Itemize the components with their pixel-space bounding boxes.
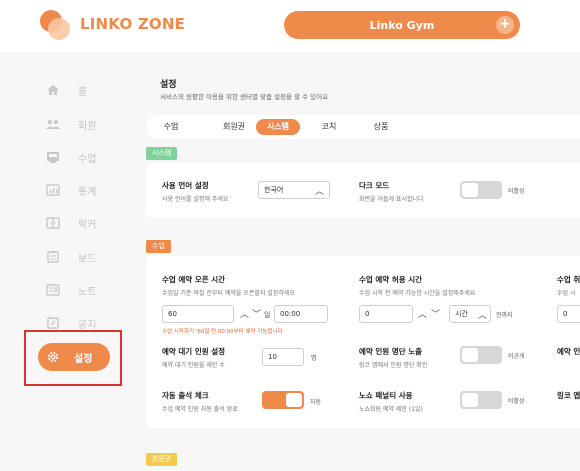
- sidebar-item-label: 노트: [78, 286, 97, 298]
- stats-icon: [46, 184, 60, 196]
- allow-time-suffix: 전까지: [496, 312, 513, 319]
- chevron-up-icon: ︿: [314, 187, 324, 197]
- dark-mode-label: 다크 모드: [359, 181, 390, 190]
- tab-coach[interactable]: 코치: [316, 119, 342, 135]
- decrease-allow-button[interactable]: ﹀: [431, 307, 440, 320]
- language-label: 사용 언어 설정: [162, 181, 209, 190]
- sidebar-item-label: 회원: [78, 120, 97, 132]
- sidebar-item-label: 수업: [78, 153, 97, 165]
- sidebar-item-label: 공지: [78, 319, 97, 331]
- allow-time-desc: 수업 시작 전 예약 가능한 시간을 설정해주세요: [359, 290, 476, 297]
- class-icon: [46, 151, 60, 163]
- decrease-days-button[interactable]: ﹀: [252, 307, 261, 320]
- notice-icon: [46, 317, 60, 329]
- open-days-unit: 일: [264, 311, 271, 319]
- open-time-hint: 수업 시작하기 '60일'전 00:00부터 예약 가능합니다: [162, 329, 283, 335]
- page-description: 서비스의 원활한 이용을 위한 센터별 맞춤 설정을 할 수 있어요: [160, 93, 329, 101]
- waitlist-desc: 예약 대기 인원을 제한 수: [162, 362, 225, 369]
- sidebar-item-label: 보드: [78, 253, 97, 265]
- cancel-time-input[interactable]: 0: [557, 305, 580, 323]
- tab-system[interactable]: 시스템: [256, 119, 300, 135]
- tab-product[interactable]: 상품: [368, 119, 394, 135]
- noshow-penalty-desc: 노쇼회원 예약 제한 (1일): [359, 406, 423, 413]
- sidebar-item-members[interactable]: 회원: [46, 115, 126, 133]
- board-icon: [46, 251, 60, 263]
- sidebar-item-label: 락커: [78, 219, 97, 231]
- section-tag-class: 수업: [146, 240, 171, 253]
- section-tag-membership: 회원권: [146, 453, 178, 466]
- allow-time-label: 수업 예약 허용 시간: [359, 275, 423, 284]
- sidebar-item-home[interactable]: 홈: [46, 81, 126, 99]
- dark-mode-desc: 화면을 어둡게 표시합니다: [359, 196, 424, 203]
- noshow-penalty-label: 노쇼 패널티 사용: [359, 391, 413, 400]
- waitlist-label: 예약 대기 인원 설정: [162, 347, 226, 356]
- increase-allow-button[interactable]: ︿: [418, 307, 427, 320]
- cancel-time-desc: 수업 시: [557, 290, 576, 297]
- tab-class[interactable]: 수업: [158, 119, 184, 135]
- language-desc: 사용 언어를 설정해 주세요: [162, 196, 229, 203]
- sidebar-item-label: 통계: [78, 186, 97, 198]
- auto-attend-state: 자동: [310, 399, 322, 406]
- top-header: LINKO ZONE Linko Gym +: [0, 0, 580, 52]
- reserve-count-label: 예약 인: [557, 347, 580, 356]
- language-select[interactable]: 한국어 ︿: [258, 181, 330, 199]
- expose-list-toggle[interactable]: [460, 346, 502, 364]
- expose-list-desc: 링코 앱에서 인원 명단 확인: [359, 362, 428, 369]
- open-time-label: 수업 예약 오픈 시간: [162, 275, 226, 284]
- add-gym-button[interactable]: +: [496, 16, 514, 34]
- linko-app-label: 링코 앱: [557, 391, 580, 400]
- dark-mode-toggle[interactable]: [460, 181, 502, 199]
- home-icon: [46, 84, 60, 96]
- tab-membership[interactable]: 회원권: [216, 119, 252, 135]
- section-tag-system: 시스템: [146, 147, 178, 160]
- sidebar-item-stats[interactable]: 통계: [46, 181, 126, 199]
- members-icon: [46, 118, 60, 130]
- increase-days-button[interactable]: ︿: [240, 307, 249, 320]
- chevron-up-icon: ︿: [477, 311, 487, 321]
- language-value: 한국어: [264, 186, 284, 194]
- locker-icon: [46, 217, 60, 229]
- page-title: 설정: [160, 80, 177, 90]
- auto-attend-label: 자동 출석 체크: [162, 391, 209, 400]
- sidebar-item-class[interactable]: 수업: [46, 148, 126, 166]
- auto-attend-toggle[interactable]: [262, 391, 304, 409]
- open-time-desc: 수업일 기준 며칠 전부터 예약을 오픈할지 설정하세요: [162, 290, 295, 297]
- expose-list-state: 비공개: [508, 353, 525, 360]
- gym-name: Linko Gym: [369, 18, 435, 32]
- allow-unit-select[interactable]: 시간 ︿: [449, 305, 491, 323]
- dark-mode-state: 비활성: [508, 188, 525, 195]
- sidebar-item-note[interactable]: 노트: [46, 281, 126, 299]
- highlight-box: [24, 330, 122, 386]
- sidebar-item-label: 홈: [78, 86, 88, 98]
- logo-mark-icon: [40, 10, 70, 40]
- sidebar-item-locker[interactable]: 락커: [46, 214, 126, 232]
- note-icon: [46, 284, 60, 296]
- allow-time-input[interactable]: 0: [359, 305, 413, 323]
- waitlist-input[interactable]: 10: [262, 348, 304, 366]
- expose-list-label: 예약 인원 명단 노출: [359, 347, 423, 356]
- sidebar-item-board[interactable]: 보드: [46, 248, 126, 266]
- waitlist-unit: 명: [311, 355, 317, 362]
- brand-logo[interactable]: LINKO ZONE: [40, 10, 186, 40]
- gym-selector[interactable]: Linko Gym +: [284, 11, 520, 39]
- auto-attend-desc: 수업 예약 인원 자동 출석 완료: [162, 406, 238, 413]
- settings-tabbar: 수업 회원권 시스템 코치 상품: [146, 115, 580, 139]
- open-time-input[interactable]: 00:00: [274, 305, 328, 323]
- noshow-penalty-state: 비활성: [508, 398, 525, 405]
- brand-name: LINKO ZONE: [80, 15, 186, 33]
- cancel-time-label: 수업 취: [557, 275, 580, 284]
- open-days-input[interactable]: 60: [162, 305, 234, 323]
- noshow-penalty-toggle[interactable]: [460, 391, 502, 409]
